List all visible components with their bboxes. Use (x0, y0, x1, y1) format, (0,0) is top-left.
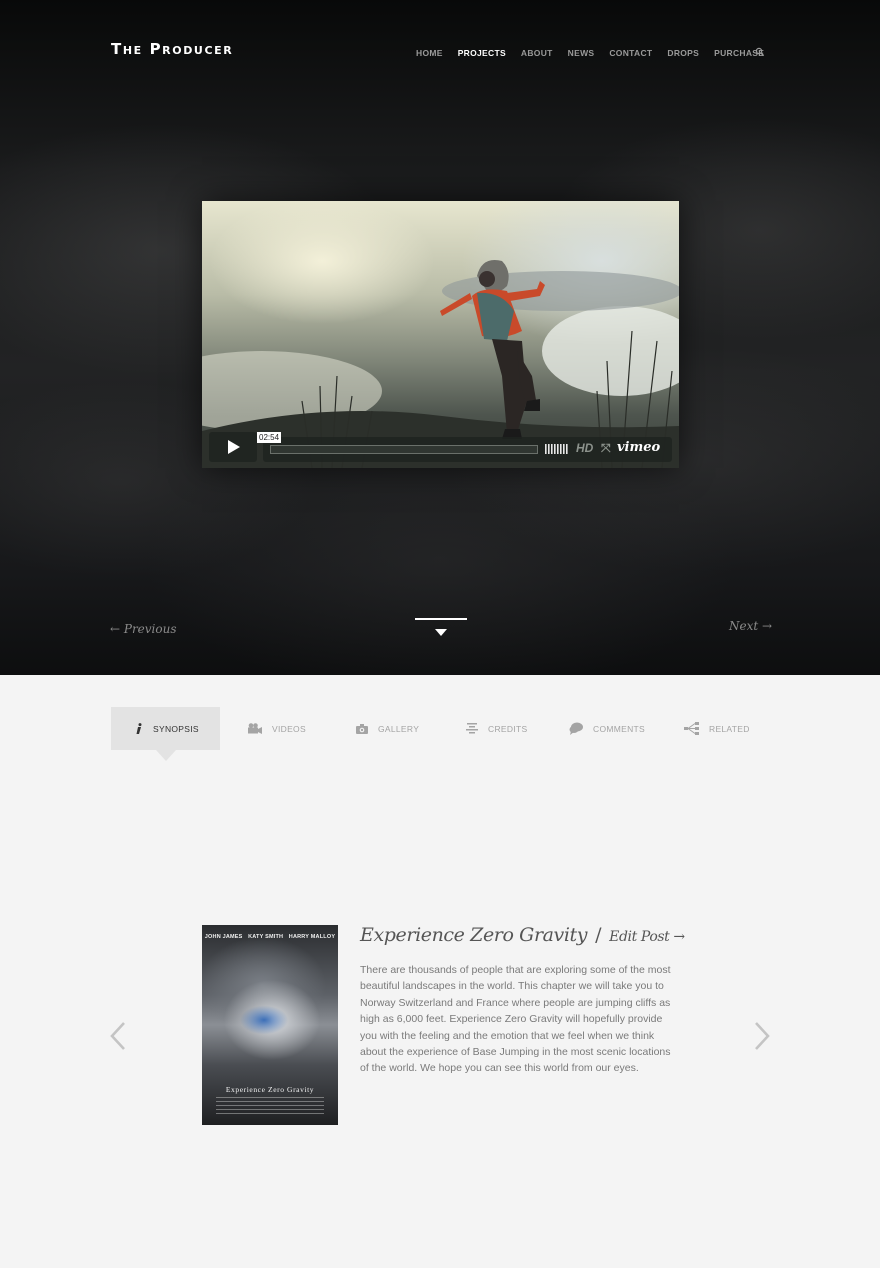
next-link[interactable]: Next → (729, 619, 772, 633)
info-icon (135, 722, 143, 735)
poster-names: JOHN JAMES KATY SMITH HARRY MALLOY (202, 934, 338, 940)
title-separator: / (595, 924, 602, 946)
tab-comments-label: COMMENTS (593, 723, 645, 734)
tab-synopsis[interactable]: SYNOPSIS (111, 707, 220, 750)
scroll-down-icon[interactable] (435, 629, 447, 636)
active-tab-pointer (156, 750, 176, 761)
nav-drops[interactable]: DROPS (667, 48, 699, 58)
vimeo-logo[interactable]: vimeo (617, 440, 660, 455)
nav-projects[interactable]: PROJECTS (458, 48, 506, 58)
fullscreen-icon[interactable]: ⤧ (601, 441, 611, 456)
video-time: 02:54 (257, 432, 282, 443)
video-progress-track[interactable] (270, 445, 538, 454)
post-body: There are thousands of people that are e… (360, 964, 671, 1075)
nav-contact[interactable]: CONTACT (609, 48, 652, 58)
tab-credits[interactable]: CREDITS (466, 707, 527, 750)
hero-section: The Producer HOME PROJECTS ABOUT NEWS CO… (0, 0, 880, 675)
hd-toggle[interactable]: HD (576, 441, 593, 455)
movie-poster[interactable]: JOHN JAMES KATY SMITH HARRY MALLOY Exper… (202, 925, 338, 1125)
tab-videos[interactable]: VIDEOS (248, 707, 306, 750)
video-frame-image (202, 260, 679, 468)
tab-comments[interactable]: COMMENTS (569, 707, 645, 750)
previous-link[interactable]: ← Previous (110, 622, 177, 636)
poster-name: KATY SMITH (248, 934, 284, 940)
post-heading: Experience Zero Gravity / Edit Post → (360, 924, 685, 946)
poster-credits-block (216, 1097, 324, 1115)
site-logo[interactable]: The Producer (111, 40, 233, 58)
tab-gallery-label: GALLERY (378, 723, 420, 734)
list-icon (466, 722, 478, 735)
tab-credits-label: CREDITS (488, 723, 528, 734)
post-title: Experience Zero Gravity (360, 924, 588, 946)
nav-home[interactable]: HOME (416, 48, 443, 58)
speech-bubble-icon (569, 722, 583, 735)
camera-icon (356, 723, 368, 734)
share-icon (684, 722, 699, 735)
tab-videos-label: VIDEOS (272, 723, 306, 734)
nav-news[interactable]: NEWS (568, 48, 595, 58)
carousel-prev-icon[interactable] (110, 1022, 126, 1050)
poster-name: HARRY MALLOY (288, 934, 336, 940)
nav-about[interactable]: ABOUT (521, 48, 553, 58)
edit-post-link[interactable]: Edit Post → (609, 929, 685, 945)
poster-name: JOHN JAMES (204, 934, 243, 940)
tab-related[interactable]: RELATED (684, 707, 750, 750)
scroll-down-line (415, 618, 467, 620)
carousel-next-icon[interactable] (754, 1022, 770, 1050)
play-icon (228, 440, 240, 454)
tab-related-label: RELATED (709, 723, 750, 734)
poster-title: Experience Zero Gravity (225, 1085, 315, 1094)
volume-icon[interactable] (545, 444, 571, 454)
tab-synopsis-label: SYNOPSIS (153, 723, 199, 734)
main-nav: HOME PROJECTS ABOUT NEWS CONTACT DROPS P… (416, 48, 779, 58)
video-player[interactable] (202, 201, 679, 468)
video-camera-icon (248, 723, 262, 734)
tab-gallery[interactable]: GALLERY (356, 707, 419, 750)
search-icon[interactable] (755, 47, 765, 57)
play-button[interactable] (209, 432, 257, 462)
